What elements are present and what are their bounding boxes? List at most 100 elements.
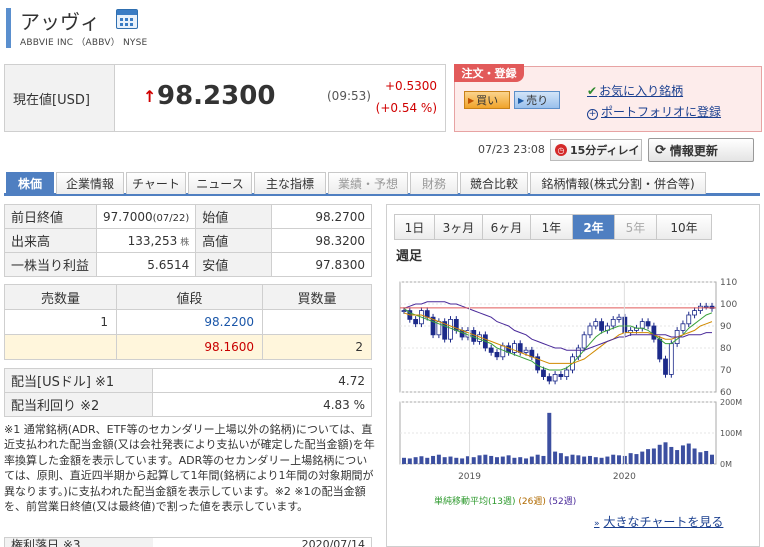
period-tab-2y[interactable]: 2年 xyxy=(573,215,615,239)
order-book-table: 売数量 値段 買数量 1 98.2200 98.1600 2 xyxy=(4,284,372,360)
volume-bar xyxy=(646,449,651,464)
buy-button[interactable]: ▶ 買い xyxy=(464,91,510,109)
tab-stock-price[interactable]: 株価 xyxy=(6,172,54,194)
ex-dividend-value: 2020/07/14 xyxy=(301,538,365,547)
big-chart-link[interactable]: » 大きなチャートを見る xyxy=(594,513,723,530)
candle-body xyxy=(657,338,663,360)
x-tick-label: 2020 xyxy=(613,472,636,482)
candle-body xyxy=(692,310,697,316)
sell-qty-header: 売数量 xyxy=(4,284,117,310)
volume-bar xyxy=(431,455,436,464)
candle-body xyxy=(523,349,529,353)
candle-body xyxy=(587,325,593,336)
open-label: 始値 xyxy=(195,204,273,229)
legend-ma26: (26週) xyxy=(518,497,546,507)
current-price-value: 98.2300 xyxy=(157,81,276,111)
eps-value: 5.6514 xyxy=(95,252,197,277)
dividend-yield-label: 配当利回り ※2 xyxy=(4,392,153,417)
candle-body xyxy=(471,330,477,342)
volume-bar xyxy=(634,454,639,464)
candle-body xyxy=(448,319,453,340)
candle-body xyxy=(639,321,645,329)
clock-icon: ◷ xyxy=(555,144,567,156)
period-tab-3m[interactable]: 3ヶ月 xyxy=(435,215,483,239)
volume-cell: 133,253 株 xyxy=(95,228,197,253)
dividend-yield-value: 4.83 % xyxy=(152,392,372,417)
period-tab-10y[interactable]: 10年 xyxy=(657,215,711,239)
y-tick-label: 110 xyxy=(720,278,737,288)
table-row: 1 98.2200 xyxy=(4,309,372,335)
tab-financials[interactable]: 財務 xyxy=(410,172,458,194)
volume-bar xyxy=(494,457,499,464)
tab-indicators[interactable]: 主な指標 xyxy=(254,172,326,194)
volume-tick-label: 100M xyxy=(720,429,742,438)
volume-label: 出来高 xyxy=(4,228,97,253)
volume-unit: 株 xyxy=(180,237,190,248)
period-tabs: 1日 3ヶ月 6ヶ月 1年 2年 5年 10年 xyxy=(394,214,712,240)
y-tick-label: 60 xyxy=(720,388,732,398)
add-favorite-link[interactable]: ✔ お気に入り銘柄 xyxy=(587,82,683,99)
candle-body xyxy=(558,374,564,378)
high-value: 98.3200 xyxy=(271,228,372,253)
tab-chart[interactable]: チャート xyxy=(126,172,186,194)
candle-body xyxy=(610,319,616,327)
candle-body xyxy=(517,343,523,353)
tab-news[interactable]: ニュース xyxy=(188,172,252,194)
y-tick-label: 90 xyxy=(720,322,732,332)
stats-table: 前日終値 97.7000(07/22) 始値 98.2700 出来高 133,2… xyxy=(4,204,372,277)
tab-competitors[interactable]: 競合比較 xyxy=(460,172,528,194)
volume-bar xyxy=(558,453,563,464)
candle-body xyxy=(564,369,570,377)
period-tab-5y[interactable]: 5年 xyxy=(615,215,657,239)
sell-button[interactable]: ▶ 売り xyxy=(514,91,560,109)
volume-bar xyxy=(553,451,558,464)
period-tab-6m[interactable]: 6ヶ月 xyxy=(483,215,531,239)
prev-close-value: 97.7000 xyxy=(103,209,153,224)
candle-body xyxy=(552,374,558,382)
candle-body xyxy=(616,316,622,320)
candle-body xyxy=(645,321,651,327)
volume-bar xyxy=(436,454,441,464)
tab-company-info[interactable]: 企業情報 xyxy=(56,172,124,194)
price-plot-frame xyxy=(399,281,717,393)
volume-bar xyxy=(529,456,534,464)
candle-body xyxy=(593,321,599,327)
tab-earnings[interactable]: 業績・予想 xyxy=(328,172,408,194)
candle-body xyxy=(581,334,587,349)
volume-bar xyxy=(663,442,668,464)
candle-body xyxy=(541,369,546,377)
prev-close-date: (07/22) xyxy=(152,212,190,224)
table-row: 前日終値 97.7000(07/22) 始値 98.2700 xyxy=(4,204,372,229)
volume-bar xyxy=(419,456,424,464)
ask-price: 98.2200 xyxy=(116,309,263,335)
ticker-subtitle: ABBVIE INC （ABBV） NYSE xyxy=(20,38,148,48)
delay-badge: ◷ 15分ディレイ xyxy=(550,139,642,161)
volume-value: 133,253 xyxy=(127,233,178,248)
volume-bar xyxy=(576,455,581,464)
volume-bar xyxy=(489,455,494,464)
refresh-button[interactable]: ⟳ 情報更新 xyxy=(648,138,754,162)
table-row: 一株当り利益 5.6514 安値 97.8300 xyxy=(4,252,372,277)
volume-bar xyxy=(605,456,610,464)
volume-bar xyxy=(402,457,406,464)
candle-body xyxy=(703,305,709,308)
plus-circle-icon: + xyxy=(587,109,598,120)
table-row: 売数量 値段 買数量 xyxy=(4,284,372,310)
period-tab-1d[interactable]: 1日 xyxy=(395,215,435,239)
volume-bar xyxy=(407,458,412,464)
dividend-table: 配当[USドル] ※1 4.72 配当利回り ※2 4.83 % xyxy=(4,368,372,417)
tab-stock-info[interactable]: 銘柄情報(株式分割・併合等) xyxy=(530,172,706,194)
volume-bar xyxy=(477,455,482,464)
calendar-icon[interactable] xyxy=(116,9,138,29)
header-accent-bar xyxy=(6,8,11,48)
prev-close-label: 前日終値 xyxy=(4,204,97,229)
volume-bar xyxy=(518,457,523,464)
table-row: 配当利回り ※2 4.83 % xyxy=(4,392,372,417)
y-tick-label: 100 xyxy=(720,300,737,310)
current-price-label: 現在値[USD] xyxy=(5,65,115,131)
period-tab-1y[interactable]: 1年 xyxy=(531,215,573,239)
add-portfolio-link[interactable]: + ポートフォリオに登録 xyxy=(587,103,721,120)
candle-body xyxy=(500,345,506,358)
refresh-label: 情報更新 xyxy=(669,143,718,158)
bid-sell-empty xyxy=(4,334,117,360)
